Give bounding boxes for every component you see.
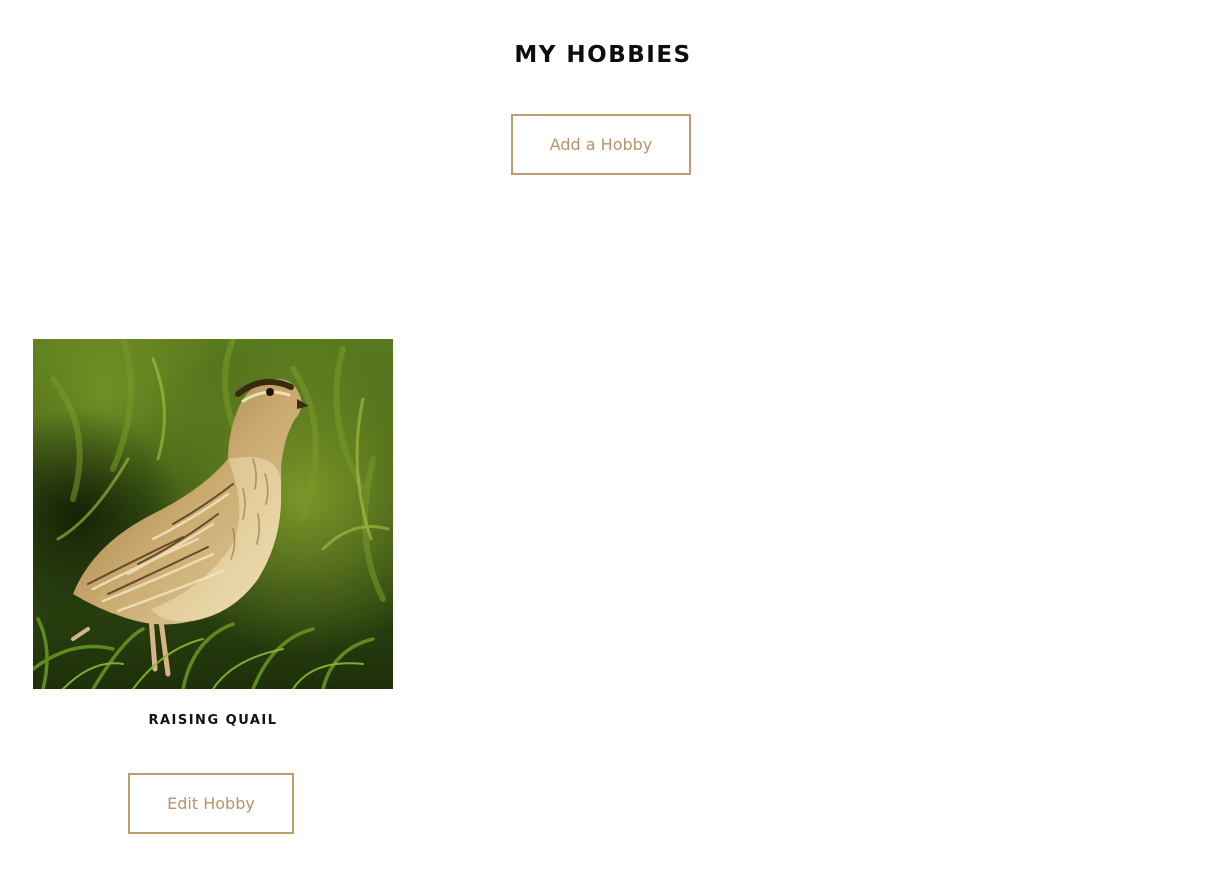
edit-hobby-button[interactable]: Edit Hobby: [128, 773, 294, 834]
hobby-card: RAISING QUAIL Edit Hobby: [33, 339, 393, 834]
quail-photo: [33, 339, 393, 689]
add-hobby-button[interactable]: Add a Hobby: [511, 114, 691, 175]
hobby-title: RAISING QUAIL: [148, 713, 278, 728]
hobbies-page: MY HOBBIES Add a Hobby RAISING QUAIL Edi…: [0, 0, 1212, 895]
page-title: MY HOBBIES: [514, 42, 692, 68]
